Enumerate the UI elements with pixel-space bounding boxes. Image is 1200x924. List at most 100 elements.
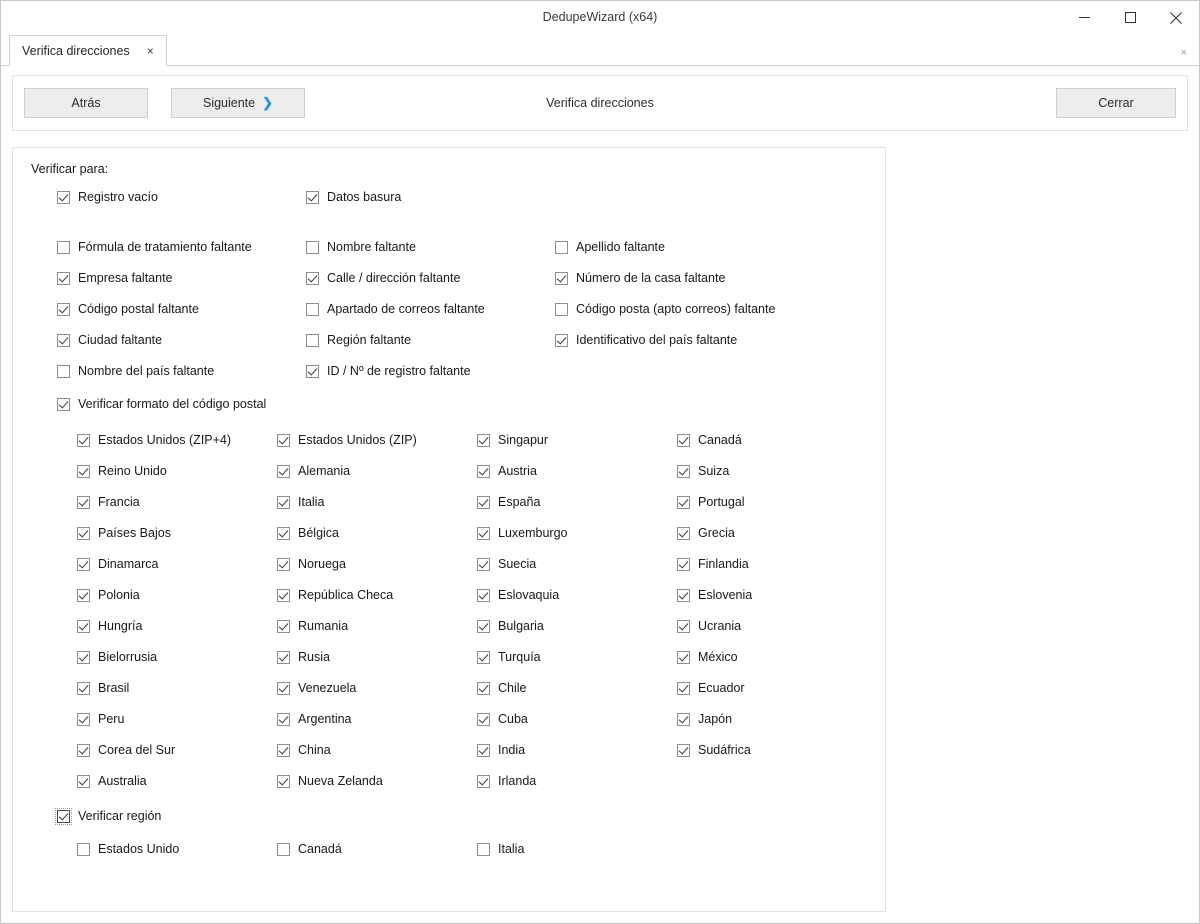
- maximize-icon[interactable]: [1107, 1, 1153, 34]
- checkbox-suecia[interactable]: Suecia: [477, 557, 536, 572]
- checkbox-box-icon: [57, 272, 70, 285]
- checkbox-italia[interactable]: Italia: [477, 842, 524, 857]
- grid-cell-empty: [555, 356, 869, 387]
- checkbox-estados-unidos-zip[interactable]: Estados Unidos (ZIP): [277, 433, 417, 448]
- checkbox-box-icon: [277, 682, 290, 695]
- checkbox-box-icon: [277, 589, 290, 602]
- checkbox-canada[interactable]: Canadá: [277, 842, 342, 857]
- checkbox-corea-del-sur[interactable]: Corea del Sur: [77, 743, 175, 758]
- country-grid: Estados Unidos (ZIP+4) Estados Unidos (ZI…: [77, 425, 869, 797]
- checkbox-dinamarca[interactable]: Dinamarca: [77, 557, 158, 572]
- checkbox-verificar-region[interactable]: Verificar región: [55, 808, 161, 825]
- checkbox-belgica[interactable]: Bélgica: [277, 526, 339, 541]
- checkbox-estados-unidos-zip-4[interactable]: Estados Unidos (ZIP+4): [77, 433, 231, 448]
- checkbox-eslovaquia[interactable]: Eslovaquia: [477, 588, 559, 603]
- checkbox-box-icon: [677, 434, 690, 447]
- checkbox-eslovenia[interactable]: Eslovenia: [677, 588, 752, 603]
- checkbox-polonia[interactable]: Polonia: [77, 588, 140, 603]
- checkbox-apartado-de-correos-faltante[interactable]: Apartado de correos faltante: [306, 302, 485, 317]
- checkbox-noruega[interactable]: Noruega: [277, 557, 346, 572]
- checkbox-bielorrusia[interactable]: Bielorrusia: [77, 650, 157, 665]
- checkbox-label: Ucrania: [698, 619, 742, 633]
- checkbox-nombre-del-pais-faltante[interactable]: Nombre del país faltante: [57, 364, 214, 379]
- checkbox-india[interactable]: India: [477, 743, 525, 758]
- checkbox-hungria[interactable]: Hungría: [77, 619, 142, 634]
- grid-cell-empty: [677, 766, 869, 797]
- checkbox-china[interactable]: China: [277, 743, 331, 758]
- checkbox-label: Reino Unido: [98, 464, 167, 478]
- checkbox-rusia[interactable]: Rusia: [277, 650, 330, 665]
- checkbox-peru[interactable]: Peru: [77, 712, 124, 727]
- checkbox-datos-basura[interactable]: Datos basura: [306, 190, 401, 205]
- checkbox-chile[interactable]: Chile: [477, 681, 527, 696]
- checkbox-mexico[interactable]: México: [677, 650, 738, 665]
- window-controls: [1061, 1, 1199, 34]
- checkbox-verificar-formato-codigo-postal[interactable]: Verificar formato del código postal: [57, 397, 266, 412]
- checkbox-calle-direccion-faltante[interactable]: Calle / dirección faltante: [306, 271, 460, 286]
- checkbox-irlanda[interactable]: Irlanda: [477, 774, 536, 789]
- close-button[interactable]: Cerrar: [1056, 88, 1176, 118]
- checkbox-box-icon: [677, 620, 690, 633]
- checkbox-republica-checa[interactable]: República Checa: [277, 588, 393, 603]
- checkbox-codigo-postal-faltante[interactable]: Código postal faltante: [57, 302, 199, 317]
- tab-close-icon[interactable]: ×: [144, 44, 157, 58]
- checkbox-espana[interactable]: España: [477, 495, 540, 510]
- checkbox-singapur[interactable]: Singapur: [477, 433, 548, 448]
- checkbox-austria[interactable]: Austria: [477, 464, 537, 479]
- checkbox-turquia[interactable]: Turquía: [477, 650, 541, 665]
- checkbox-registro-vacio[interactable]: Registro vacío: [57, 190, 158, 205]
- checkbox-empresa-faltante[interactable]: Empresa faltante: [57, 271, 173, 286]
- back-button[interactable]: Atrás: [24, 88, 148, 118]
- tabstrip-close-icon[interactable]: ×: [1181, 48, 1187, 59]
- checkbox-italia[interactable]: Italia: [277, 495, 324, 510]
- checkbox-cuba[interactable]: Cuba: [477, 712, 528, 727]
- checkbox-identificativo-del-pais-faltante[interactable]: Identificativo del país faltante: [555, 333, 737, 348]
- checkbox-portugal[interactable]: Portugal: [677, 495, 745, 510]
- close-icon[interactable]: [1153, 1, 1199, 34]
- grid-cell: Cuba: [477, 704, 677, 735]
- checkbox-venezuela[interactable]: Venezuela: [277, 681, 356, 696]
- checkbox-estados-unido[interactable]: Estados Unido: [77, 842, 179, 857]
- checkbox-nueva-zelanda[interactable]: Nueva Zelanda: [277, 774, 383, 789]
- grid-cell: Estados Unidos (ZIP+4): [77, 425, 277, 456]
- grid-cell: Peru: [77, 704, 277, 735]
- checkbox-australia[interactable]: Australia: [77, 774, 147, 789]
- checkbox-sudafrica[interactable]: Sudáfrica: [677, 743, 751, 758]
- checkbox-brasil[interactable]: Brasil: [77, 681, 129, 696]
- checkbox-ecuador[interactable]: Ecuador: [677, 681, 745, 696]
- tab-verifica-direcciones[interactable]: Verifica direcciones ×: [9, 35, 167, 66]
- checkbox-box-icon: [306, 365, 319, 378]
- checkbox-francia[interactable]: Francia: [77, 495, 140, 510]
- checkbox-canada[interactable]: Canadá: [677, 433, 742, 448]
- checkbox-label: Eslovenia: [698, 588, 753, 602]
- next-button[interactable]: Siguiente ❯: [171, 88, 305, 118]
- checkbox-box-icon: [77, 775, 90, 788]
- checkbox-alemania[interactable]: Alemania: [277, 464, 350, 479]
- checkbox-label: Austria: [498, 464, 537, 478]
- checkbox-bulgaria[interactable]: Bulgaria: [477, 619, 544, 634]
- checkbox-ucrania[interactable]: Ucrania: [677, 619, 741, 634]
- checkbox-suiza[interactable]: Suiza: [677, 464, 729, 479]
- grid-cell: Rusia: [277, 642, 477, 673]
- checkbox-rumania[interactable]: Rumania: [277, 619, 348, 634]
- checkbox-id-n-de-registro-faltante[interactable]: ID / Nº de registro faltante: [306, 364, 471, 379]
- checkbox-luxemburgo[interactable]: Luxemburgo: [477, 526, 568, 541]
- checkbox-label: Canadá: [698, 433, 742, 447]
- checkbox-nombre-faltante[interactable]: Nombre faltante: [306, 240, 416, 255]
- checkbox-codigo-posta-apto-correos-faltante[interactable]: Código posta (apto correos) faltante: [555, 302, 775, 317]
- checkbox-grecia[interactable]: Grecia: [677, 526, 735, 541]
- checkbox-numero-de-la-casa-faltante[interactable]: Número de la casa faltante: [555, 271, 725, 286]
- grid-cell: Turquía: [477, 642, 677, 673]
- minimize-icon[interactable]: [1061, 1, 1107, 34]
- checkbox-ciudad-faltante[interactable]: Ciudad faltante: [57, 333, 162, 348]
- checkbox-box-icon: [477, 620, 490, 633]
- checkbox-japon[interactable]: Japón: [677, 712, 732, 727]
- checkbox-finlandia[interactable]: Finlandia: [677, 557, 749, 572]
- checkbox-apellido-faltante[interactable]: Apellido faltante: [555, 240, 665, 255]
- checkbox-box-icon: [77, 434, 90, 447]
- checkbox-paises-bajos[interactable]: Países Bajos: [77, 526, 171, 541]
- checkbox-reino-unido[interactable]: Reino Unido: [77, 464, 167, 479]
- checkbox-formula-de-tratamiento-faltante[interactable]: Fórmula de tratamiento faltante: [57, 240, 252, 255]
- checkbox-region-faltante[interactable]: Región faltante: [306, 333, 411, 348]
- checkbox-argentina[interactable]: Argentina: [277, 712, 352, 727]
